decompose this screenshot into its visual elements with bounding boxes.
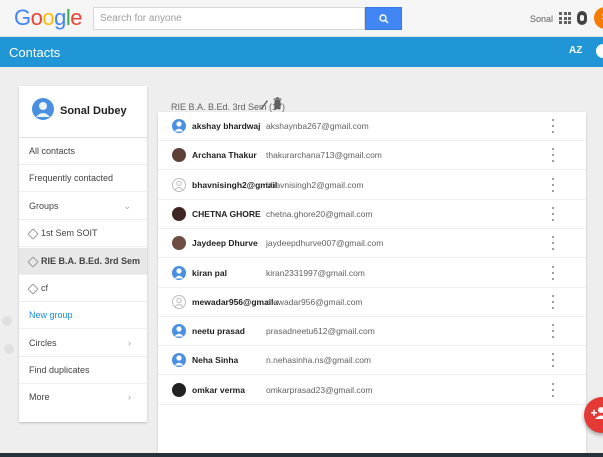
kebab-menu-icon[interactable] <box>552 148 556 163</box>
contact-row[interactable]: Neha Sinha n.nehasinha.ns@gmail.com <box>158 346 586 376</box>
contact-row[interactable]: kiran pal kiran2331997@gmail.com <box>158 259 586 288</box>
nav-label: Find duplicates <box>29 365 90 375</box>
kebab-menu-icon[interactable] <box>552 119 556 133</box>
contact-row[interactable]: Jaydeep Dhurve jaydeepdhurve007@gmail.com <box>158 229 586 259</box>
contact-avatar <box>172 265 186 280</box>
google-logo[interactable]: Google <box>14 5 83 31</box>
contact-avatar <box>172 294 186 309</box>
kebab-menu-icon[interactable] <box>552 324 556 339</box>
page-title: Contacts <box>9 45 61 60</box>
contact-email: bhavnisingh2@gmail.com <box>266 179 364 190</box>
user-name[interactable]: Sonal <box>530 14 553 24</box>
label-icon <box>27 282 39 295</box>
label-icon <box>27 227 39 240</box>
kebab-menu-icon[interactable] <box>552 177 556 192</box>
nav-all-contacts[interactable]: All contacts <box>19 138 147 165</box>
contact-email: jaydeepdhurve007@gmail.com <box>266 238 384 249</box>
profile-card[interactable]: Sonal Dubey <box>19 86 147 138</box>
nav-find-duplicates[interactable]: Find duplicates <box>19 357 147 384</box>
contact-avatar <box>172 353 186 368</box>
new-group-link[interactable]: New group <box>19 302 147 329</box>
search-icon <box>378 13 389 24</box>
nav-more[interactable]: More › <box>19 384 147 411</box>
top-bar: Google Search for anyone Sonal S <box>0 0 603 37</box>
taskbar-strip <box>0 453 603 457</box>
background-dot <box>4 344 14 354</box>
delete-icon[interactable] <box>273 97 282 110</box>
nav-group-1st-sem-soit[interactable]: 1st Sem SOIT <box>19 220 147 247</box>
chevron-right-icon: › <box>128 338 131 348</box>
nav-groups[interactable]: Groups ⌄ <box>19 193 147 220</box>
kebab-menu-icon[interactable] <box>552 236 556 251</box>
chevron-down-icon: ⌄ <box>123 201 131 211</box>
background-dot <box>2 316 12 326</box>
notifications-icon[interactable] <box>577 11 587 25</box>
contact-email: n.nehasinha.ns@gmail.com <box>266 355 372 366</box>
nav-label: Frequently contacted <box>29 173 114 183</box>
nav-label: Groups <box>29 201 59 211</box>
search-placeholder: Search for anyone <box>100 13 182 24</box>
contact-row[interactable]: mewadar956@gmail.c...mewadar956@gmail.co… <box>158 288 586 317</box>
contact-row[interactable]: akshay bhardwaj akshaynba267@gmail.com <box>158 112 586 141</box>
nav-label: cf <box>41 283 49 293</box>
contact-row[interactable]: neetu prasad prasadneetu612@gmail.com <box>158 317 586 347</box>
nav-label: More <box>29 392 50 402</box>
person-icon <box>36 102 50 117</box>
sort-az-button[interactable]: AZ <box>569 45 582 56</box>
contact-email: omkarprasad23@gmail.com <box>266 384 373 395</box>
kebab-menu-icon[interactable] <box>552 382 556 397</box>
contact-avatar <box>172 382 186 397</box>
profile-name: Sonal Dubey <box>60 105 127 117</box>
nav-frequently-contacted[interactable]: Frequently contacted <box>19 165 147 192</box>
contact-avatar <box>172 236 186 251</box>
search-button[interactable] <box>365 7 402 30</box>
contact-list: akshay bhardwaj akshaynba267@gmail.com Arc… <box>158 112 586 457</box>
profile-avatar <box>32 98 54 120</box>
contact-avatar <box>172 177 186 192</box>
app-bar: Contacts AZ <box>0 37 603 67</box>
nav-circles[interactable]: Circles › <box>19 330 147 357</box>
nav-label: RIE B.A. B.Ed. 3rd Sem <box>41 256 141 266</box>
contact-row[interactable]: Archana Thakur thakurarchana713@gmail.com <box>158 141 586 171</box>
contact-row[interactable]: bhavnisingh2@gmail.c...bhavnisingh2@gmai… <box>158 171 586 200</box>
edit-icon[interactable] <box>259 98 269 110</box>
search-input[interactable]: Search for anyone <box>93 7 365 30</box>
nav-group-cf[interactable]: cf <box>19 275 147 302</box>
contact-email: prasadneetu612@gmail.com <box>266 326 375 337</box>
contact-avatar <box>172 119 186 133</box>
account-avatar[interactable]: S <box>594 7 603 29</box>
contact-avatar <box>172 206 186 221</box>
contact-avatar <box>172 148 186 163</box>
nav-label: Circles <box>29 338 57 348</box>
chevron-right-icon: › <box>128 392 131 402</box>
nav-group-rie-3rd-sem[interactable]: RIE B.A. B.Ed. 3rd Sem <box>19 248 147 275</box>
kebab-menu-icon[interactable] <box>552 206 556 221</box>
contact-row[interactable]: CHETNA GHORE chetna.ghore20@gmail.com <box>158 200 586 229</box>
add-contact-fab[interactable] <box>584 397 603 433</box>
contact-row[interactable]: omkar verma omkarprasad23@gmail.com <box>158 376 586 405</box>
add-person-icon <box>591 407 603 419</box>
nav-label: 1st Sem SOIT <box>41 228 98 238</box>
contact-email: akshaynba267@gmail.com <box>266 121 369 131</box>
nav-label: New group <box>29 310 73 320</box>
more-options-icon[interactable] <box>596 44 603 58</box>
sidebar: Sonal Dubey All contacts Frequently cont… <box>19 86 147 422</box>
contact-email: thakurarchana713@gmail.com <box>266 150 382 161</box>
kebab-menu-icon[interactable] <box>552 294 556 309</box>
contact-email: chetna.ghore20@gmail.com <box>266 208 373 219</box>
contact-avatar <box>172 324 186 339</box>
kebab-menu-icon[interactable] <box>552 265 556 280</box>
kebab-menu-icon[interactable] <box>552 353 556 368</box>
label-icon <box>27 255 39 268</box>
nav-label: All contacts <box>29 146 76 156</box>
contact-email: mewadar956@gmail.com <box>266 296 363 307</box>
apps-grid-icon[interactable] <box>559 12 571 24</box>
contact-email: kiran2331997@gmail.com <box>266 267 365 278</box>
